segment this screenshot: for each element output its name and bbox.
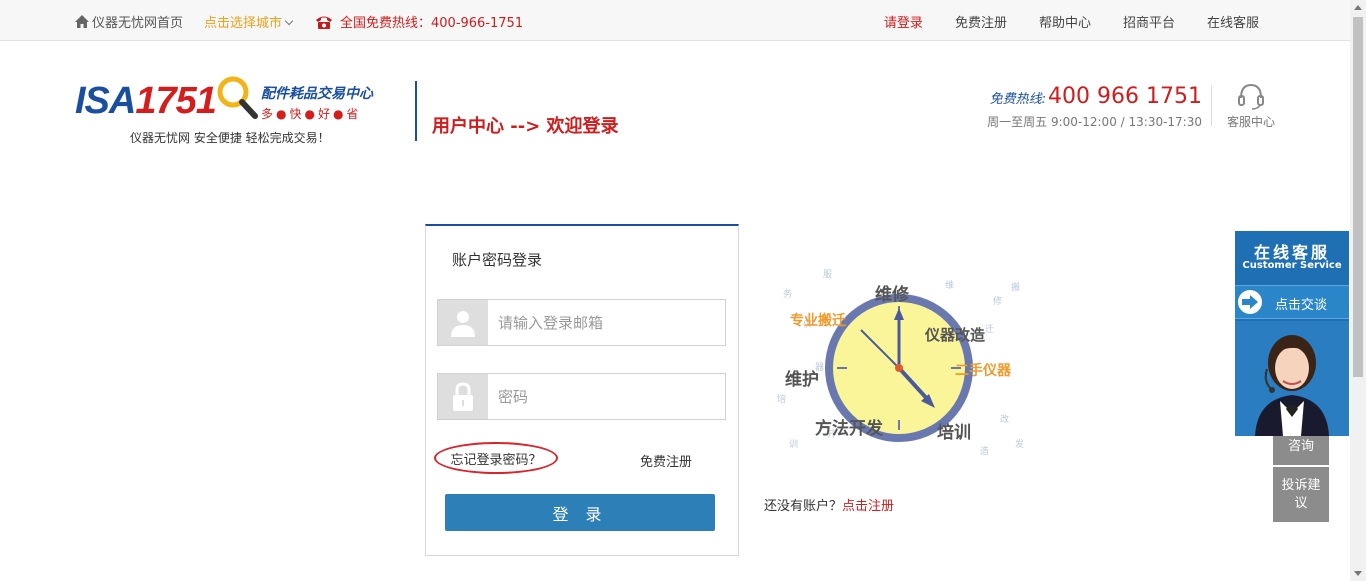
illustration-word: 仪器改造 (925, 326, 986, 344)
online-service-link[interactable]: 在线客服 (1207, 12, 1259, 31)
phone-icon (316, 16, 332, 29)
service-center-link[interactable]: 客服中心 (1226, 82, 1276, 130)
top-hotline: 全国免费热线：400-966-1751 (314, 12, 523, 31)
home-link-label: 仪器无忧网首页 (92, 16, 184, 31)
illustration-word: 专业搬迁 (790, 313, 846, 329)
illustration-word: 维修 (875, 285, 909, 305)
consult-button[interactable]: 咨询 (1273, 436, 1329, 465)
merchant-link[interactable]: 招商平台 (1123, 12, 1175, 31)
top-links: 请登录 免费注册 帮助中心 招商平台 在线客服 (884, 12, 1259, 31)
login-link[interactable]: 请登录 (884, 12, 923, 31)
cs-chat-label: 点击交谈 (1275, 298, 1328, 313)
user-icon (438, 300, 488, 345)
register-link-inline[interactable]: 免费注册 (640, 451, 692, 470)
complaint-button[interactable]: 投诉建议 (1273, 467, 1329, 522)
signup-prompt-text: 还没有账户？ (764, 499, 843, 514)
hotline-label: 免费热线: (989, 92, 1047, 107)
logo-wordmark-blue: ISA (75, 80, 136, 122)
svg-text:迁: 迁 (985, 324, 994, 335)
customer-service-widget: 在线客服 Customer Service 点击交谈 (1235, 231, 1349, 436)
register-link[interactable]: 免费注册 (955, 12, 1007, 31)
service-hours: 周一至周五 9:00-12:00 / 13:30-17:30 (987, 115, 1202, 129)
illustration-word: 二手仪器 (955, 363, 1011, 379)
scroll-up-icon[interactable] (1354, 5, 1362, 10)
top-hotline-text: 全国免费热线：400-966-1751 (340, 16, 524, 31)
home-icon (75, 15, 89, 28)
svg-text:服: 服 (823, 269, 832, 280)
cs-agent-photo (1235, 321, 1349, 436)
service-illustration: 服务维 修搬迁 培训开 发改造 仪器 维修 专业搬迁 仪器改造 二手仪器 维护 … (775, 262, 1035, 462)
signup-link[interactable]: 点击注册 (842, 499, 894, 514)
svg-text:搬: 搬 (1011, 281, 1020, 293)
logo-slogan: 仪器无忧网 安全便捷 轻松完成交易！ (130, 131, 330, 145)
logo-wordmark: ISA1751 (75, 80, 217, 123)
password-input[interactable] (488, 374, 725, 419)
home-link[interactable]: 仪器无忧网首页 (75, 12, 183, 31)
svg-text:造: 造 (980, 445, 989, 457)
headset-icon (1238, 83, 1264, 110)
logo-subtitle: 配件耗品交易中心 (261, 86, 373, 102)
arrow-right-icon (1238, 290, 1262, 314)
magnifier-icon (217, 76, 258, 119)
svg-text:修: 修 (993, 295, 1002, 307)
login-panel: 账户密码登录 忘记登录密码？ 免费注册 登 录 (425, 224, 739, 556)
header-divider (415, 81, 417, 141)
help-center-link[interactable]: 帮助中心 (1039, 12, 1091, 31)
site-logo[interactable]: ISA1751 配件耗品交易中心 多●快●好●省 仪器无忧网 安全便捷 轻松完成… (75, 74, 385, 146)
svg-text:改: 改 (1000, 413, 1009, 425)
svg-text:维: 维 (945, 279, 954, 291)
cs-chat-button[interactable]: 点击交谈 (1235, 285, 1349, 319)
logo-wordmark-red: 1751 (135, 80, 217, 122)
svg-text:训: 训 (789, 439, 798, 450)
top-bar: 仪器无忧网首页 点击选择城市 全国免费热线：400-966-1751 请登录 免… (0, 0, 1350, 41)
logo-tagline: 多●快●好●省 (261, 107, 362, 121)
lock-icon (438, 374, 488, 419)
svg-text:培: 培 (777, 393, 786, 405)
city-selector-label: 点击选择城市 (204, 16, 283, 31)
forgot-password-link[interactable]: 忘记登录密码？ (434, 442, 558, 474)
email-field (437, 299, 726, 346)
illustration-word: 维护 (785, 370, 819, 390)
city-selector[interactable]: 点击选择城市 (204, 12, 294, 31)
login-button[interactable]: 登 录 (445, 494, 715, 531)
illustration-word: 方法开发 (815, 419, 883, 439)
hotline-number: 400 966 1751 (1048, 84, 1202, 109)
header-hotline: 免费热线:400 966 1751 周一至周五 9:00-12:00 / 13:… (987, 84, 1202, 130)
svg-text:发: 发 (1015, 438, 1024, 450)
header-right-divider (1211, 86, 1212, 126)
login-panel-title: 账户密码登录 (452, 251, 543, 269)
svg-text:务: 务 (783, 288, 792, 300)
signup-prompt: 还没有账户？点击注册 (764, 495, 894, 514)
page-title: 用户中心 --> 欢迎登录 (432, 116, 619, 137)
service-center-label: 客服中心 (1226, 115, 1275, 129)
page-scrollbar[interactable] (1350, 0, 1366, 581)
cs-subtitle: Customer Service (1242, 260, 1342, 271)
scroll-down-icon[interactable] (1354, 571, 1362, 576)
scrollbar-thumb[interactable] (1353, 17, 1363, 377)
illustration-word: 培训 (937, 423, 971, 443)
email-input[interactable] (488, 300, 725, 345)
password-field (437, 373, 726, 420)
chevron-down-icon (284, 16, 294, 26)
